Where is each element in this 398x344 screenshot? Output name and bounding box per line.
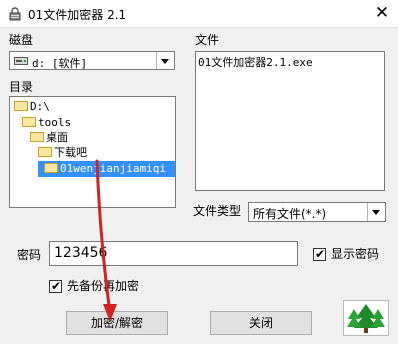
close-button[interactable]: 关闭	[210, 311, 312, 335]
tree-item-label: D:\	[30, 100, 50, 113]
password-input[interactable]: 123456	[49, 241, 298, 266]
lock-icon	[9, 7, 21, 21]
dropdown-arrow-icon[interactable]	[156, 52, 174, 69]
show-password-label: 显示密码	[331, 247, 380, 261]
tree-item-downloads[interactable]: 下载吧	[38, 145, 87, 161]
folder-icon	[30, 132, 44, 142]
tree-item-tools[interactable]: tools	[22, 115, 71, 131]
tree-logo-icon	[347, 304, 385, 333]
filetype-select[interactable]: 所有文件(*.*)	[248, 202, 386, 222]
folder-icon	[14, 101, 28, 111]
tree-item-label: tools	[38, 116, 72, 129]
tree-item-label: 01wenjianjiamiqi	[60, 162, 166, 175]
backup-first-label: 先备份再加密	[67, 279, 140, 293]
encrypt-decrypt-button[interactable]: 加密/解密	[66, 311, 168, 335]
password-value: 123456	[54, 245, 108, 261]
directory-tree[interactable]: D:\ tools 桌面 下载吧 01wenjianjiamiqi	[9, 96, 176, 208]
dropdown-arrow-icon[interactable]	[367, 203, 385, 221]
list-item[interactable]: 01文件加密器2.1.exe	[198, 54, 313, 70]
backup-first-checkbox[interactable]: ✔	[49, 279, 62, 293]
tree-item-label: 桌面	[46, 131, 68, 144]
files-label: 文件	[195, 33, 220, 47]
filetype-label: 文件类型	[193, 204, 242, 218]
close-icon[interactable]: ✕	[372, 3, 392, 23]
password-label: 密码	[17, 248, 42, 262]
drive-select[interactable]: d: [软件]	[9, 51, 175, 70]
tree-item-label: 下载吧	[54, 146, 87, 159]
drive-select-value: d: [软件]	[32, 57, 88, 70]
checkmark-icon: ✔	[51, 279, 62, 293]
show-password-checkbox[interactable]: ✔	[313, 247, 326, 261]
checkmark-icon: ✔	[315, 247, 326, 261]
drive-icon	[14, 57, 28, 65]
tree-item-01wenjianjiamiqi[interactable]: 01wenjianjiamiqi	[38, 161, 175, 177]
logo	[343, 300, 389, 336]
window-title: 01文件加密器 2.1	[28, 8, 127, 22]
filetype-select-value: 所有文件(*.*)	[253, 207, 327, 221]
file-list[interactable]: 01文件加密器2.1.exe	[195, 51, 385, 191]
tree-item-desktop[interactable]: 桌面	[30, 130, 68, 146]
tree-item-root[interactable]: D:\	[14, 99, 50, 115]
folder-icon	[38, 147, 52, 157]
folder-icon	[44, 163, 58, 173]
folder-icon	[22, 117, 36, 127]
directory-label: 目录	[9, 80, 34, 94]
drive-label: 磁盘	[9, 33, 34, 47]
